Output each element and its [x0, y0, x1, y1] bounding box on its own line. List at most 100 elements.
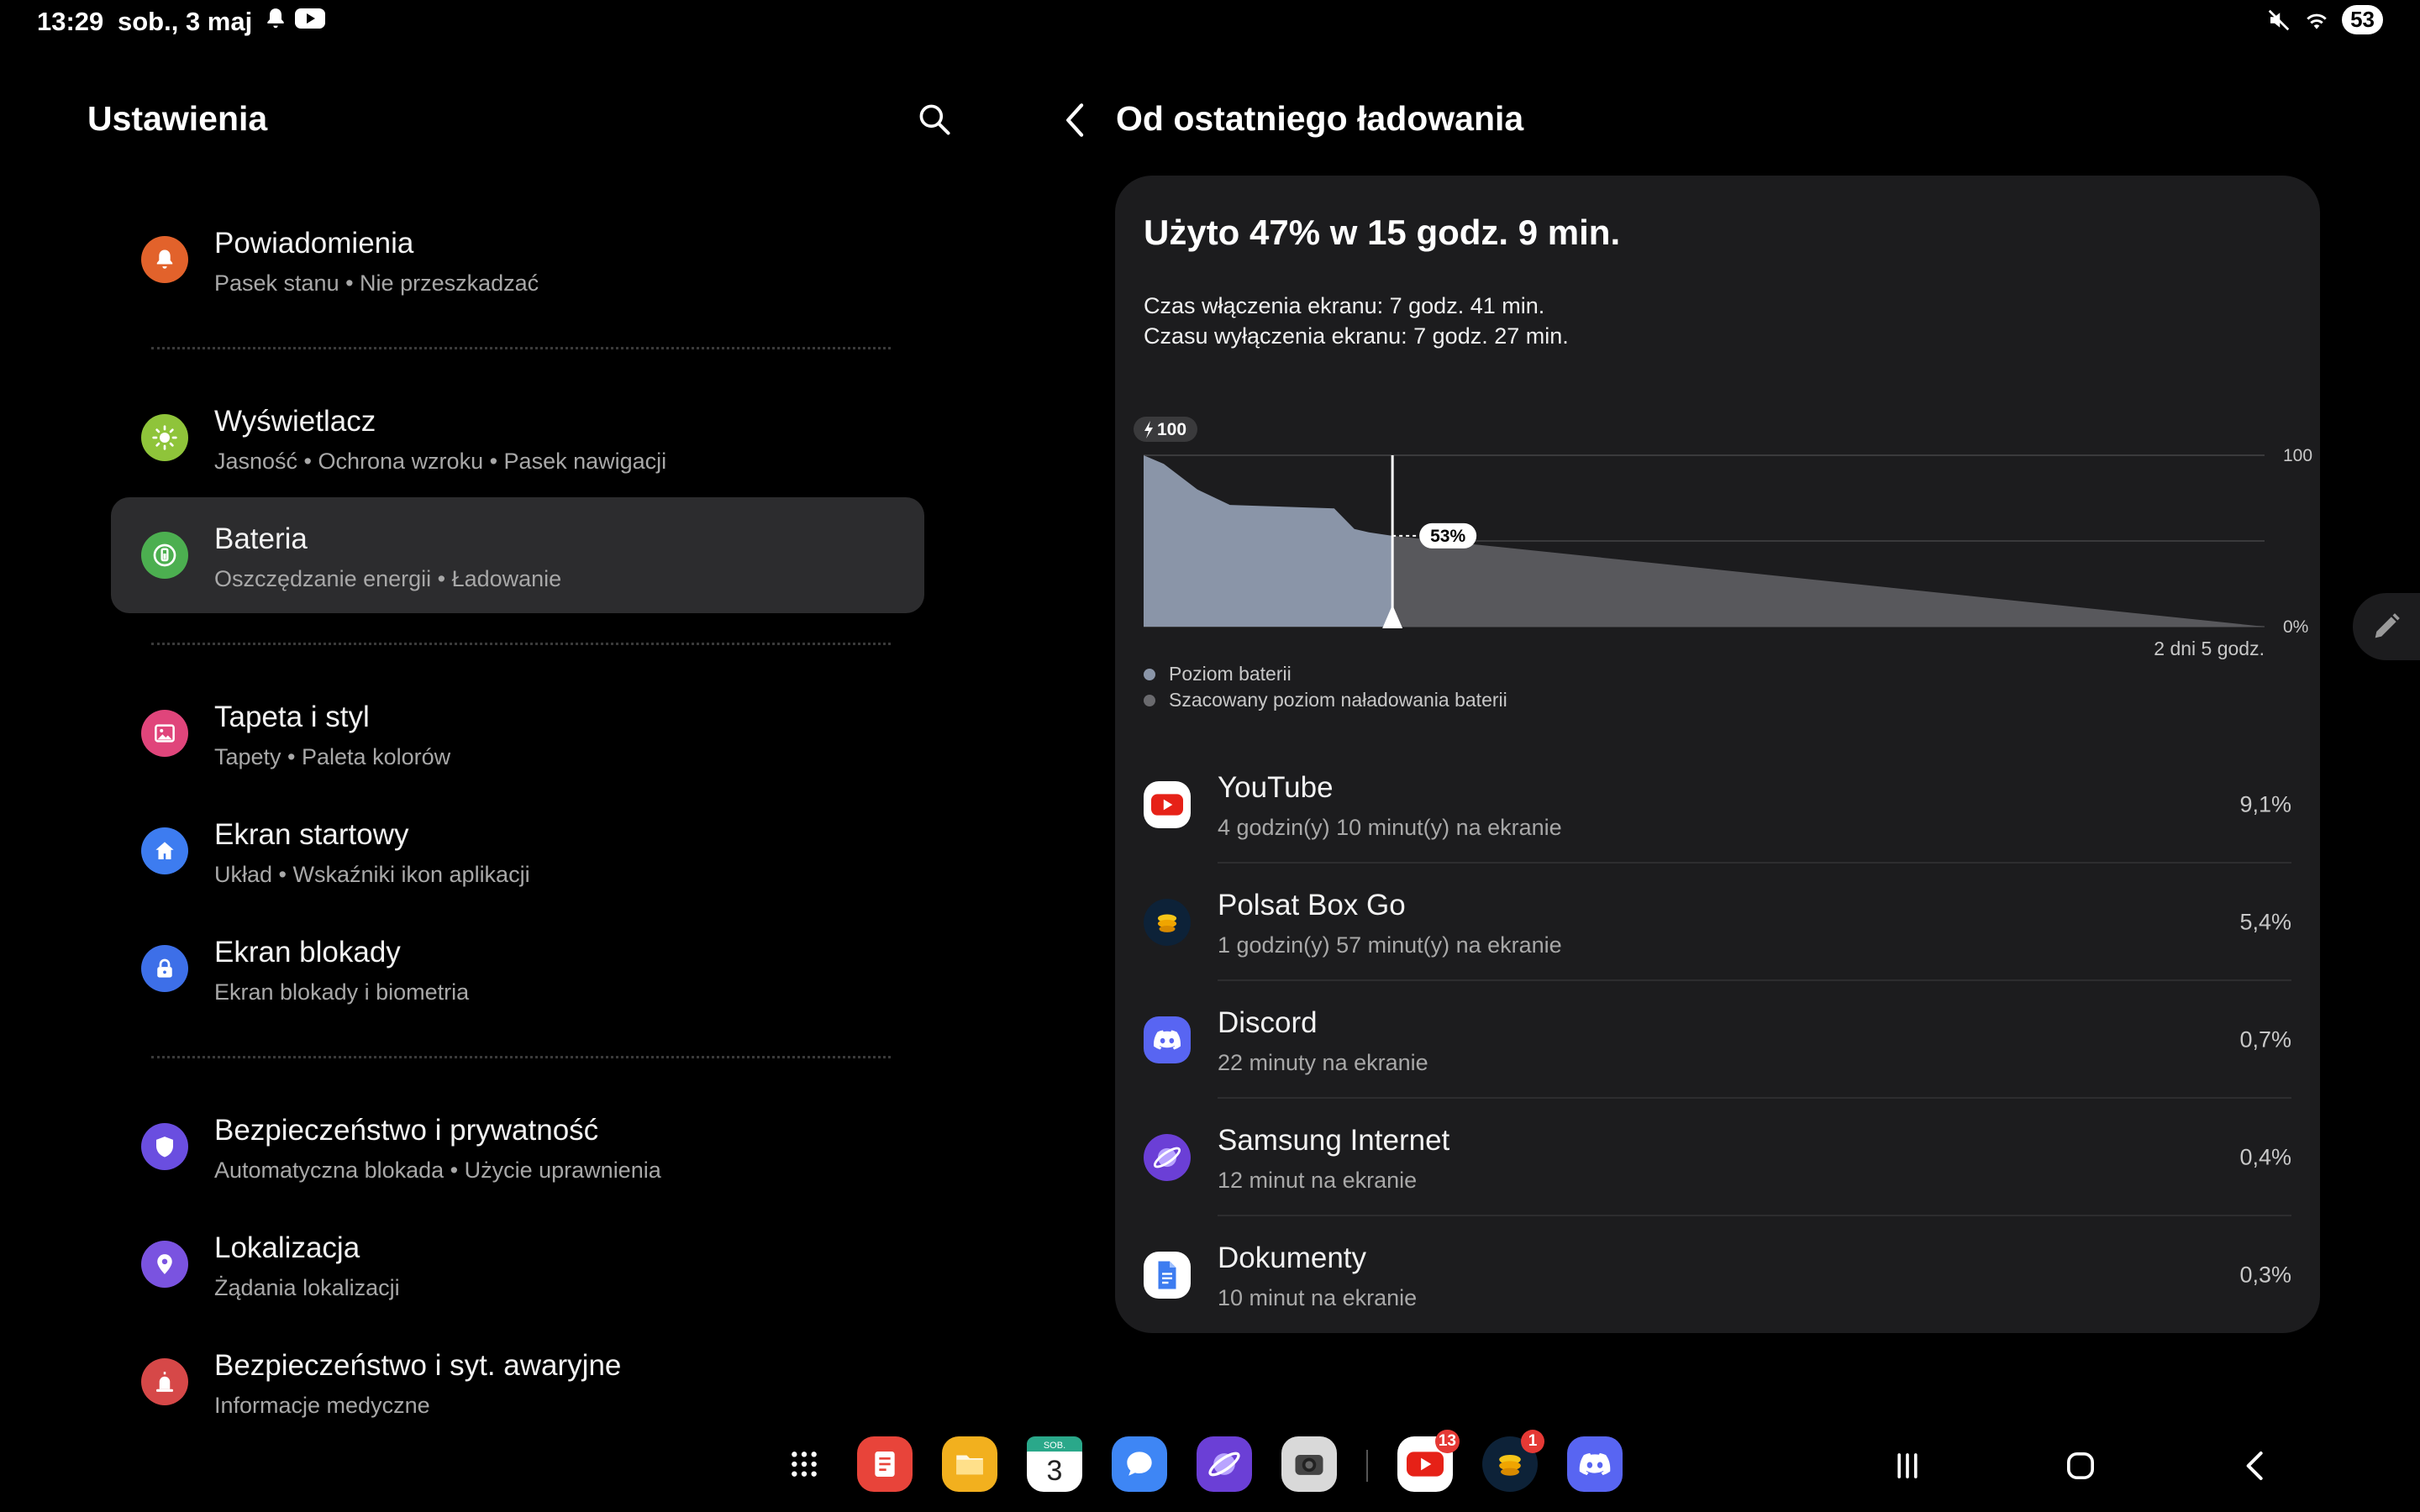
- calendar-weekday: SOB.: [1044, 1441, 1065, 1451]
- app-row-discord[interactable]: Discord 22 minuty na ekranie 0,7%: [1144, 981, 2291, 1099]
- edit-button[interactable]: [2353, 593, 2420, 660]
- legend-label: Szacowany poziom naładowania baterii: [1169, 689, 1507, 711]
- status-system-icons: 53: [2266, 5, 2383, 34]
- settings-item-security-privacy[interactable]: Bezpieczeństwo i prywatność Automatyczna…: [111, 1089, 924, 1205]
- settings-item-notifications[interactable]: Powiadomienia Pasek stanu • Nie przeszka…: [111, 202, 924, 318]
- battery-chart-svg: 100 53% 100 0% 2 dni 5 godz.: [1134, 417, 2312, 659]
- dock-messages[interactable]: [1112, 1436, 1167, 1492]
- settings-title: Ustawienia: [87, 99, 268, 138]
- x-axis-end-label: 2 dni 5 godz.: [2154, 638, 2265, 659]
- dock-files[interactable]: [942, 1436, 997, 1492]
- settings-item-subtitle: Ekran blokady i biometria: [214, 979, 470, 1005]
- settings-item-location[interactable]: Lokalizacja Żądania lokalizacji: [111, 1206, 924, 1322]
- dock-separator: [1366, 1450, 1368, 1482]
- notification-badge: 13: [1434, 1430, 1460, 1453]
- charge-label: 100: [1157, 420, 1186, 439]
- settings-item-subtitle: Automatyczna blokada • Użycie uprawnieni…: [214, 1158, 661, 1183]
- dock-notes[interactable]: [857, 1436, 913, 1492]
- app-usage: 10 minut na ekranie: [1218, 1285, 1418, 1310]
- current-level-pill: 53%: [1419, 522, 1477, 549]
- status-date: sob., 3 maj: [118, 7, 253, 36]
- settings-item-emergency[interactable]: Bezpieczeństwo i syt. awaryjne Informacj…: [111, 1324, 924, 1440]
- settings-item-title: Bezpieczeństwo i prywatność: [214, 1114, 599, 1147]
- polsat-icon: [1144, 899, 1191, 946]
- settings-item-home-screen[interactable]: Ekran startowy Układ • Wskaźniki ikon ap…: [111, 793, 924, 909]
- app-row-dokumenty[interactable]: Dokumenty 10 minut na ekranie 0,3%: [1144, 1216, 2291, 1334]
- battery-chart[interactable]: 100 53% 100 0% 2 dni 5 godz.: [1115, 402, 2320, 663]
- settings-item-lock-screen[interactable]: Ekran blokady Ekran blokady i biometria: [111, 911, 924, 1026]
- notification-badge: 1: [1521, 1430, 1544, 1453]
- settings-item-subtitle: Żądania lokalizacji: [214, 1275, 400, 1300]
- y-axis-label-top: 100: [2283, 446, 2312, 465]
- app-name: Samsung Internet: [1218, 1124, 1450, 1157]
- settings-item-title: Powiadomienia: [214, 227, 414, 260]
- app-usage: 1 godzin(y) 57 minut(y) na ekranie: [1218, 932, 1562, 958]
- page-title: Od ostatniego ładowania: [1116, 99, 1524, 138]
- current-level-label: 53%: [1430, 527, 1465, 546]
- app-percent: 0,4%: [2239, 1144, 2291, 1170]
- dock-youtube[interactable]: 13: [1397, 1430, 1460, 1492]
- settings-item-title: Tapeta i styl: [214, 701, 370, 733]
- app-name: Polsat Box Go: [1218, 889, 1406, 921]
- nav-back-button[interactable]: [2230, 1445, 2281, 1487]
- app-name: Discord: [1218, 1006, 1318, 1039]
- bell-icon: [267, 8, 284, 29]
- charge-label-pill: 100: [1134, 417, 1197, 442]
- app-row-samsung-internet[interactable]: Samsung Internet 12 minut na ekranie 0,4…: [1144, 1099, 2291, 1216]
- status-notification-icons: [265, 7, 325, 30]
- chevron-left-icon: [2246, 1452, 2263, 1480]
- settings-item-battery[interactable]: Bateria Oszczędzanie energii • Ładowanie: [111, 497, 924, 613]
- settings-item-title: Bezpieczeństwo i syt. awaryjne: [214, 1349, 622, 1382]
- app-usage: 4 godzin(y) 10 minut(y) na ekranie: [1218, 815, 1562, 840]
- app-row-youtube[interactable]: YouTube 4 godzin(y) 10 minut(y) na ekran…: [1144, 746, 2291, 864]
- section-divider: [151, 347, 891, 349]
- recent-apps-button[interactable]: [1882, 1445, 1933, 1487]
- app-row-polsat-box-go[interactable]: Polsat Box Go 1 godzin(y) 57 minut(y) na…: [1144, 864, 2291, 981]
- settings-item-title: Ekran startowy: [214, 818, 409, 851]
- samsung-internet-icon: [1208, 1452, 1240, 1477]
- settings-item-wallpaper[interactable]: Tapeta i styl Tapety • Paleta kolorów: [111, 675, 924, 791]
- battery-level-area: [1144, 455, 1393, 627]
- settings-item-subtitle: Oszczędzanie energii • Ładowanie: [214, 566, 562, 591]
- legend-dot: [1144, 694, 1155, 706]
- mute-icon: [2268, 9, 2290, 30]
- dock-samsung-internet[interactable]: [1197, 1436, 1252, 1492]
- settings-item-title: Ekran blokady: [214, 936, 401, 969]
- pencil-icon: [2375, 613, 2400, 638]
- dock-polsat[interactable]: 1: [1482, 1430, 1544, 1492]
- search-button[interactable]: [916, 101, 953, 138]
- dock-camera[interactable]: [1281, 1436, 1337, 1492]
- apps-grid-button[interactable]: [776, 1436, 832, 1492]
- legend-label: Poziom baterii: [1169, 663, 1292, 685]
- app-usage: 12 minut na ekranie: [1218, 1168, 1418, 1193]
- polsat-icon: [1499, 1455, 1521, 1476]
- youtube-icon: [1144, 781, 1191, 828]
- settings-item-subtitle: Jasność • Ochrona wzroku • Pasek nawigac…: [214, 449, 667, 474]
- dock-discord[interactable]: [1567, 1436, 1623, 1492]
- battery-level: 53: [2342, 5, 2383, 34]
- youtube-icon: [1407, 1452, 1444, 1477]
- home-button[interactable]: [2055, 1445, 2106, 1487]
- app-name: Dokumenty: [1218, 1242, 1367, 1274]
- settings-item-title: Wyświetlacz: [214, 405, 376, 438]
- estimated-battery-area: [1392, 535, 2265, 627]
- lock-icon: [141, 945, 188, 992]
- back-button[interactable]: [1060, 101, 1091, 139]
- samsung-internet-icon: [1144, 1134, 1191, 1181]
- app-usage: 22 minuty na ekranie: [1218, 1050, 1428, 1075]
- search-icon: [919, 104, 950, 135]
- settings-item-subtitle: Informacje medyczne: [214, 1393, 430, 1418]
- app-percent: 0,3%: [2239, 1262, 2291, 1288]
- legend-dot: [1144, 668, 1155, 680]
- settings-item-display[interactable]: Wyświetlacz Jasność • Ochrona wzroku • P…: [111, 380, 924, 496]
- usage-heading: Użyto 47% w 15 godz. 9 min.: [1144, 213, 1621, 252]
- home-circle-icon: [2067, 1452, 2094, 1479]
- dock-calendar[interactable]: SOB. 3: [1027, 1436, 1082, 1492]
- screen-on-time: Czas włączenia ekranu: 7 godz. 41 min.: [1144, 293, 1545, 318]
- wifi-icon: [2307, 13, 2327, 29]
- legend-estimated-level: Szacowany poziom naładowania baterii: [1144, 689, 1507, 711]
- status-time: 13:29: [37, 7, 104, 36]
- y-axis-label-bottom: 0%: [2283, 617, 2308, 637]
- app-percent: 0,7%: [2239, 1026, 2291, 1053]
- image-icon: [141, 710, 188, 757]
